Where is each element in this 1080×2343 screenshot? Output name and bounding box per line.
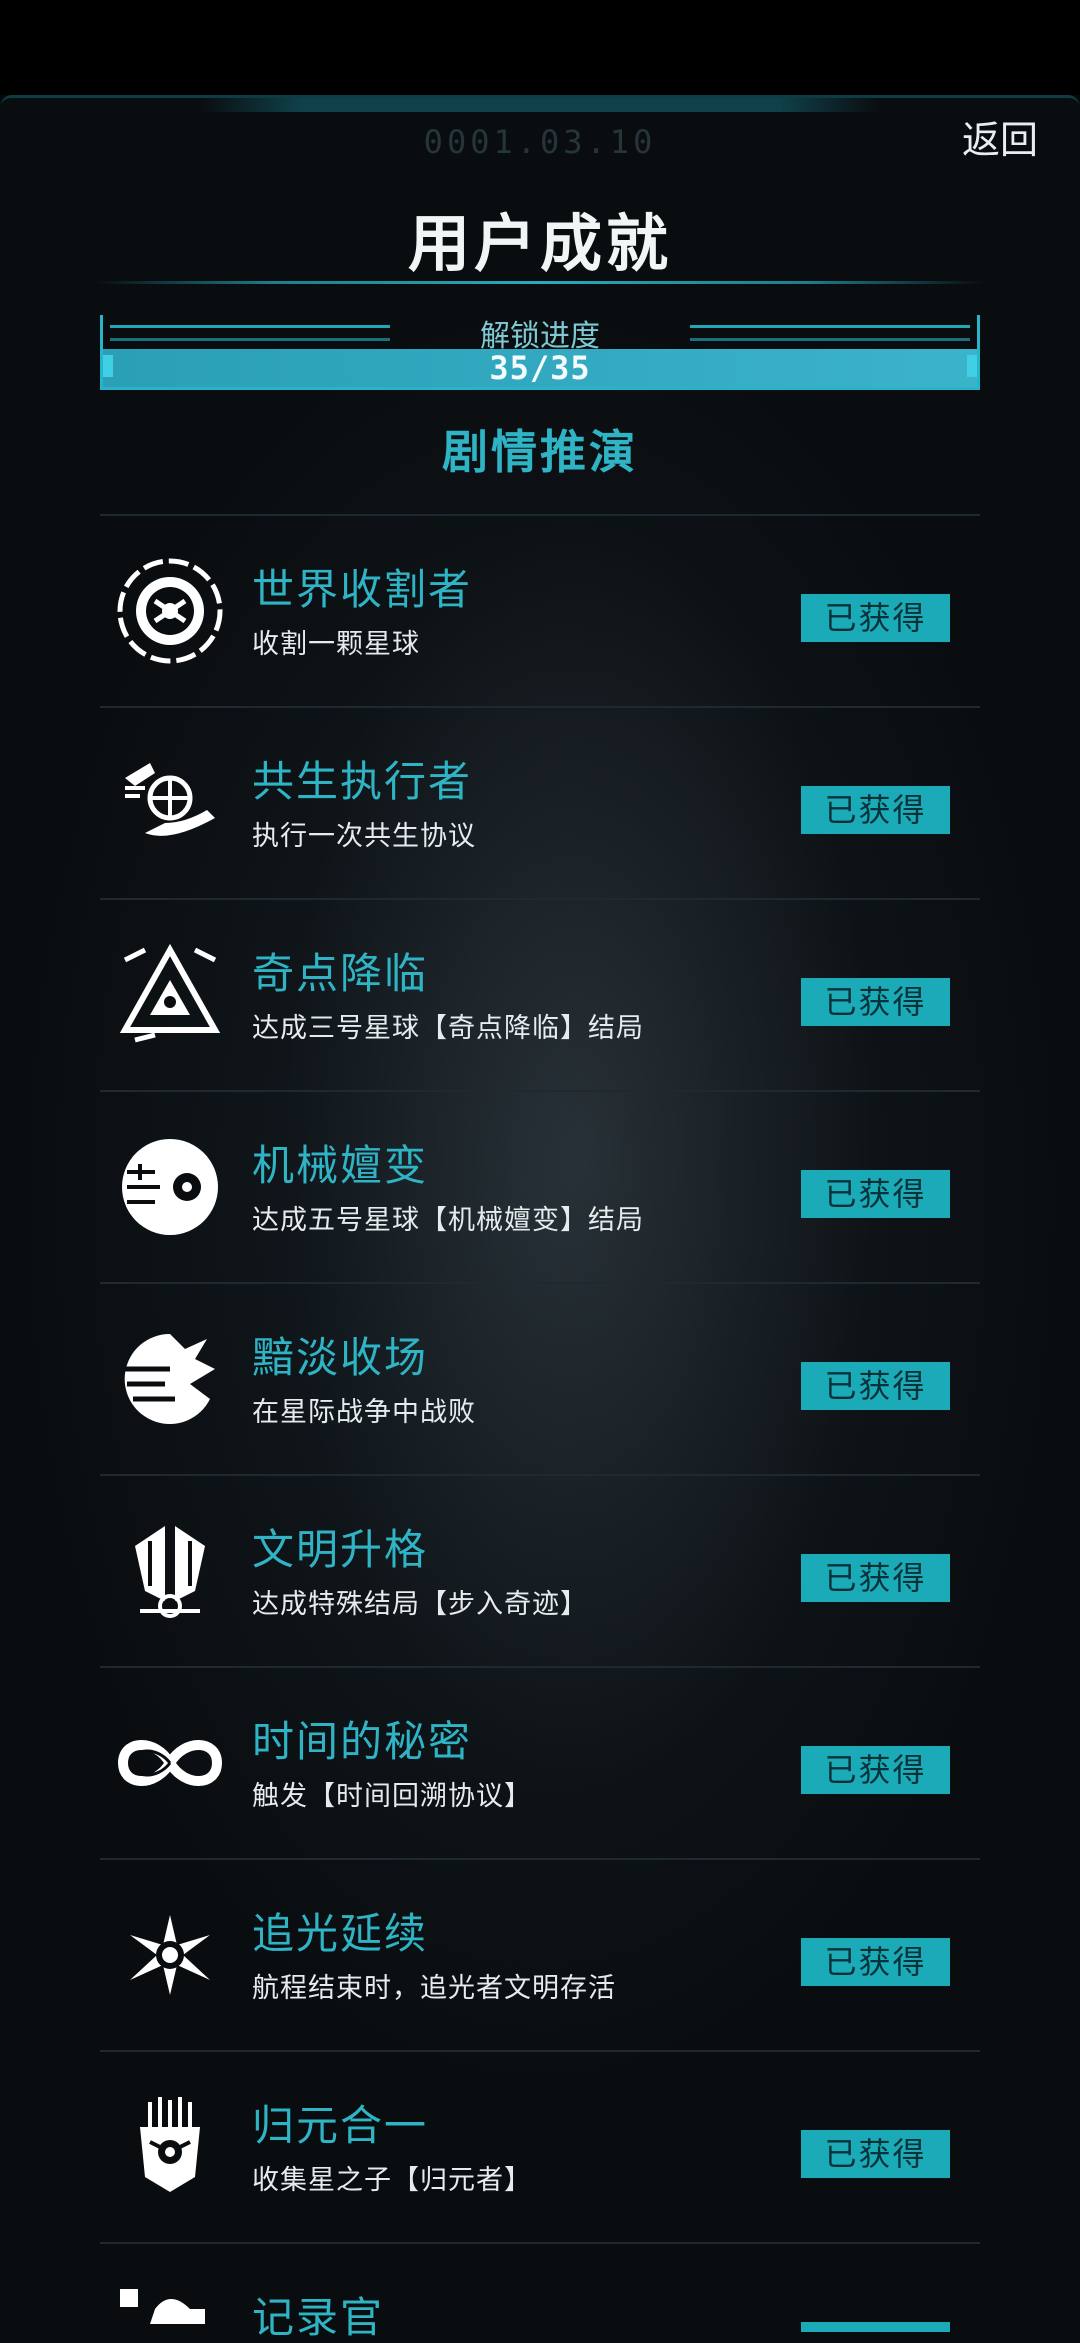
mask-face-icon — [115, 2092, 225, 2202]
obtained-badge[interactable]: 已获得 — [801, 594, 950, 642]
achievement-desc: 收割一颗星球 — [252, 629, 420, 660]
singularity-triangle-icon — [115, 940, 225, 1050]
obtained-badge[interactable]: 已获得 — [801, 1746, 950, 1794]
achievement-name: 记录官 — [252, 2293, 385, 2342]
achievement-name: 机械嬗变 — [252, 1141, 429, 1190]
radiant-star-icon — [115, 1900, 225, 2010]
title-divider — [95, 281, 985, 284]
back-button[interactable]: 返回 — [950, 113, 1050, 168]
achievement-row[interactable]: 追光延续 航程结束时，追光者文明存活 已获得 — [100, 1860, 980, 2052]
achievement-desc: 收集星之子【归元者】 — [252, 2165, 532, 2196]
obtained-badge[interactable] — [801, 2322, 950, 2332]
achievement-name: 共生执行者 — [252, 757, 473, 806]
globe-hand-icon — [115, 748, 225, 858]
achievement-row[interactable]: 文明升格 达成特殊结局【步入奇迹】 已获得 — [100, 1476, 980, 1668]
unlock-progress: 解锁进度 35/35 — [100, 315, 980, 390]
mech-eye-icon — [115, 1132, 225, 1242]
shattered-planet-icon — [115, 1324, 225, 1434]
page-title: 用户成就 — [407, 207, 672, 280]
achievement-desc: 航程结束时，追光者文明存活 — [252, 1973, 616, 2004]
achievement-row[interactable]: 黯淡收场 在星际战争中战败 已获得 — [100, 1284, 980, 1476]
achievement-name: 奇点降临 — [252, 949, 429, 998]
achievement-name: 时间的秘密 — [252, 1717, 473, 1766]
planet-reaper-icon — [115, 556, 225, 666]
achievement-row[interactable]: 世界收割者 收割一颗星球 已获得 — [100, 516, 980, 708]
panel-glow — [200, 98, 880, 112]
achievement-desc: 达成五号星球【机械嬗变】结局 — [252, 1205, 644, 1236]
achievement-row[interactable]: 记录官 — [100, 2244, 980, 2343]
achievements-panel: 0001.03.10 返回 用户成就 解锁进度 35/35 剧情推演 世界收割者… — [0, 95, 1080, 2343]
achievement-row[interactable]: 归元合一 收集星之子【归元者】 已获得 — [100, 2052, 980, 2244]
obtained-badge[interactable]: 已获得 — [801, 1170, 950, 1218]
progress-cap-right — [967, 355, 977, 377]
achievement-desc: 达成特殊结局【步入奇迹】 — [252, 1589, 588, 1620]
date-label: 0001.03.10 — [423, 123, 657, 161]
achievement-desc: 在星际战争中战败 — [252, 1397, 476, 1428]
achievement-name: 黯淡收场 — [252, 1333, 429, 1382]
achievement-row[interactable]: 共生执行者 执行一次共生协议 已获得 — [100, 708, 980, 900]
progress-bar: 35/35 — [103, 349, 977, 387]
achievement-name: 文明升格 — [252, 1525, 429, 1574]
achievement-row[interactable]: 奇点降临 达成三号星球【奇点降临】结局 已获得 — [100, 900, 980, 1092]
obtained-badge[interactable]: 已获得 — [801, 978, 950, 1026]
winged-emblem-icon — [115, 1516, 225, 1626]
obtained-badge[interactable]: 已获得 — [801, 1554, 950, 1602]
obtained-badge[interactable]: 已获得 — [801, 1362, 950, 1410]
achievement-desc: 触发【时间回溯协议】 — [252, 1781, 532, 1812]
achievement-name: 追光延续 — [252, 1909, 429, 1958]
achievement-name: 世界收割者 — [252, 565, 473, 614]
infinity-icon — [115, 1708, 225, 1818]
achievement-name: 归元合一 — [252, 2101, 429, 2150]
achievement-row[interactable]: 机械嬗变 达成五号星球【机械嬗变】结局 已获得 — [100, 1092, 980, 1284]
progress-cap-left — [103, 355, 113, 377]
obtained-badge[interactable]: 已获得 — [801, 786, 950, 834]
obtained-badge[interactable]: 已获得 — [801, 1938, 950, 1986]
status-bar-area — [0, 0, 1080, 95]
recorder-icon — [115, 2284, 225, 2343]
obtained-badge[interactable]: 已获得 — [801, 2130, 950, 2178]
progress-text: 35/35 — [489, 349, 591, 387]
achievement-desc: 达成三号星球【奇点降临】结局 — [252, 1013, 644, 1044]
achievement-desc: 执行一次共生协议 — [252, 821, 476, 852]
section-title: 剧情推演 — [442, 425, 638, 479]
achievement-list: 世界收割者 收割一颗星球 已获得 共生执行者 执行一次共生协议 已获得 奇点降临… — [100, 516, 980, 2343]
achievement-row[interactable]: 时间的秘密 触发【时间回溯协议】 已获得 — [100, 1668, 980, 1860]
